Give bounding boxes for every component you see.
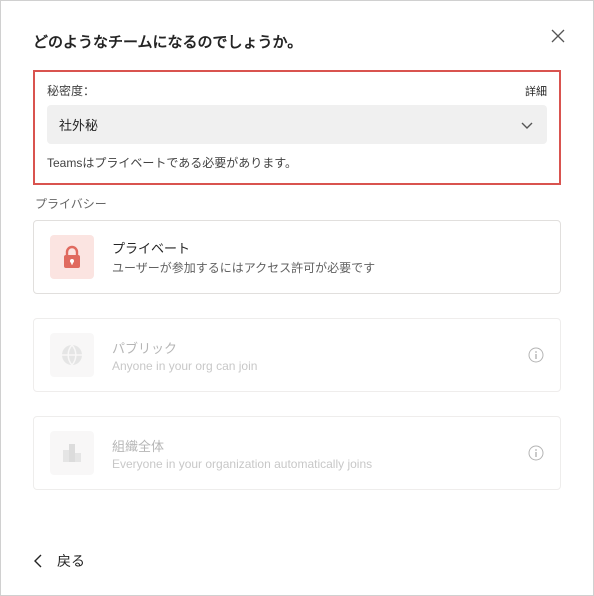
option-desc: ユーザーが参加するにはアクセス許可が必要です: [112, 259, 375, 276]
sensitivity-details-link[interactable]: 詳細: [525, 83, 547, 99]
privacy-option-public: パブリック Anyone in your org can join: [33, 318, 561, 392]
option-desc: Anyone in your org can join: [112, 359, 257, 373]
option-text: 組織全体 Everyone in your organization autom…: [112, 436, 372, 471]
info-icon[interactable]: [528, 347, 544, 363]
privacy-section-label: プライバシー: [35, 195, 561, 212]
option-title: パブリック: [112, 338, 257, 357]
option-text: パブリック Anyone in your org can join: [112, 338, 257, 373]
globe-icon: [50, 333, 94, 377]
option-desc: Everyone in your organization automatica…: [112, 457, 372, 471]
sensitivity-label: 秘密度：: [47, 82, 95, 99]
org-icon: [50, 431, 94, 475]
chevron-down-icon: [519, 117, 535, 133]
dialog-header: どのようなチームになるのでしょうか。: [33, 31, 561, 52]
dialog-title: どのようなチームになるのでしょうか。: [33, 31, 302, 52]
chevron-left-icon: [33, 554, 43, 568]
sensitivity-value: 社外秘: [59, 115, 98, 134]
close-icon[interactable]: [549, 27, 567, 45]
sensitivity-row: 秘密度： 詳細: [47, 82, 547, 99]
info-icon[interactable]: [528, 445, 544, 461]
sensitivity-hint: Teamsはプライベートである必要があります。: [47, 154, 547, 171]
team-type-dialog: どのようなチームになるのでしょうか。 秘密度： 詳細 社外秘 Teamsはプライ…: [1, 1, 593, 595]
sensitivity-section: 秘密度： 詳細 社外秘 Teamsはプライベートである必要があります。: [33, 70, 561, 185]
back-button[interactable]: 戻る: [33, 551, 85, 571]
privacy-option-orgwide: 組織全体 Everyone in your organization autom…: [33, 416, 561, 490]
privacy-option-private[interactable]: プライベート ユーザーが参加するにはアクセス許可が必要です: [33, 220, 561, 294]
sensitivity-select[interactable]: 社外秘: [47, 105, 547, 144]
option-title: プライベート: [112, 238, 375, 257]
option-title: 組織全体: [112, 436, 372, 455]
back-label: 戻る: [57, 551, 85, 571]
option-text: プライベート ユーザーが参加するにはアクセス許可が必要です: [112, 238, 375, 276]
lock-icon: [50, 235, 94, 279]
